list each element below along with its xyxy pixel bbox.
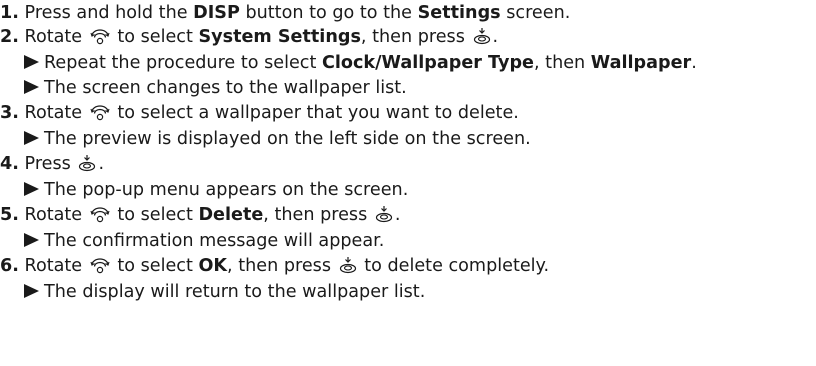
step-text: screen. <box>500 3 571 23</box>
step-number: 6. <box>0 256 19 276</box>
triangle-bullet-icon <box>24 80 39 94</box>
step-text: Press <box>24 154 77 174</box>
clock-wallpaper-type-label: Clock/Wallpaper Type <box>321 53 534 73</box>
wallpaper-label: Wallpaper <box>590 53 692 73</box>
step-2-note-1: Repeat the procedure to select Clock/Wal… <box>24 51 697 75</box>
step-6: 6. Rotate to select OK, then press to de… <box>0 254 549 278</box>
step-text: , then press <box>263 205 373 225</box>
step-text: button to go to the <box>239 3 418 23</box>
step-4: 4. Press . <box>0 152 104 176</box>
triangle-bullet-icon <box>24 233 39 247</box>
interface-dial-rotate-icon <box>90 258 110 274</box>
delete-label: Delete <box>198 205 264 225</box>
triangle-bullet-icon <box>24 182 39 196</box>
step-number: 5. <box>0 205 19 225</box>
step-number: 4. <box>0 154 19 174</box>
step-5-note-1: The confirmation message will appear. <box>24 229 384 253</box>
step-text: . <box>98 154 105 174</box>
triangle-bullet-icon <box>24 55 39 69</box>
interface-dial-rotate-icon <box>90 29 110 45</box>
step-number: 2. <box>0 27 19 47</box>
step-text: to delete completely. <box>358 256 550 276</box>
note-text: The screen changes to the wallpaper list… <box>44 78 407 98</box>
step-text: Rotate <box>24 27 88 47</box>
triangle-bullet-icon <box>24 284 39 298</box>
instruction-page: 1. Press and hold the DISP button to go … <box>0 0 816 366</box>
note-text: The pop-up menu appears on the screen. <box>44 180 409 200</box>
note-text: The confirmation message will appear. <box>44 231 385 251</box>
note-text: The display will return to the wallpaper… <box>44 282 426 302</box>
step-2-note-2: The screen changes to the wallpaper list… <box>24 76 407 100</box>
interface-dial-rotate-icon <box>90 207 110 223</box>
step-3-note-1: The preview is displayed on the left sid… <box>24 127 531 151</box>
step-number: 3. <box>0 103 19 123</box>
note-text: , then <box>533 53 591 73</box>
interface-dial-press-icon <box>473 27 491 45</box>
note-text: Repeat the procedure to select <box>44 53 322 73</box>
interface-dial-press-icon <box>339 256 357 274</box>
system-settings-label: System Settings <box>198 27 361 47</box>
interface-dial-press-icon <box>78 154 96 172</box>
step-2: 2. Rotate to select System Settings, the… <box>0 25 498 49</box>
triangle-bullet-icon <box>24 131 39 145</box>
step-text: . <box>492 27 499 47</box>
step-4-note-1: The pop-up menu appears on the screen. <box>24 178 408 202</box>
step-text: . <box>394 205 401 225</box>
step-6-note-1: The display will return to the wallpaper… <box>24 280 425 304</box>
ok-label: OK <box>198 256 228 276</box>
step-3: 3. Rotate to select a wallpaper that you… <box>0 101 519 125</box>
interface-dial-press-icon <box>375 205 393 223</box>
step-text: to select a wallpaper that you want to d… <box>111 103 519 123</box>
step-5: 5. Rotate to select Delete, then press . <box>0 203 400 227</box>
step-text: to select <box>111 256 199 276</box>
step-text: to select <box>111 205 199 225</box>
step-number: 1. <box>0 3 19 23</box>
step-text: Rotate <box>24 205 88 225</box>
step-text: , then press <box>227 256 337 276</box>
note-text: The preview is displayed on the left sid… <box>44 129 531 149</box>
settings-label: Settings <box>417 3 501 23</box>
step-text: Press and hold the <box>24 3 194 23</box>
step-text: Rotate <box>24 256 88 276</box>
step-1: 1. Press and hold the DISP button to go … <box>0 1 570 25</box>
interface-dial-rotate-icon <box>90 105 110 121</box>
disp-button-label: DISP <box>193 3 240 23</box>
step-text: Rotate <box>24 103 88 123</box>
step-text: , then press <box>360 27 471 47</box>
note-text: . <box>691 53 697 73</box>
step-text: to select <box>111 27 199 47</box>
